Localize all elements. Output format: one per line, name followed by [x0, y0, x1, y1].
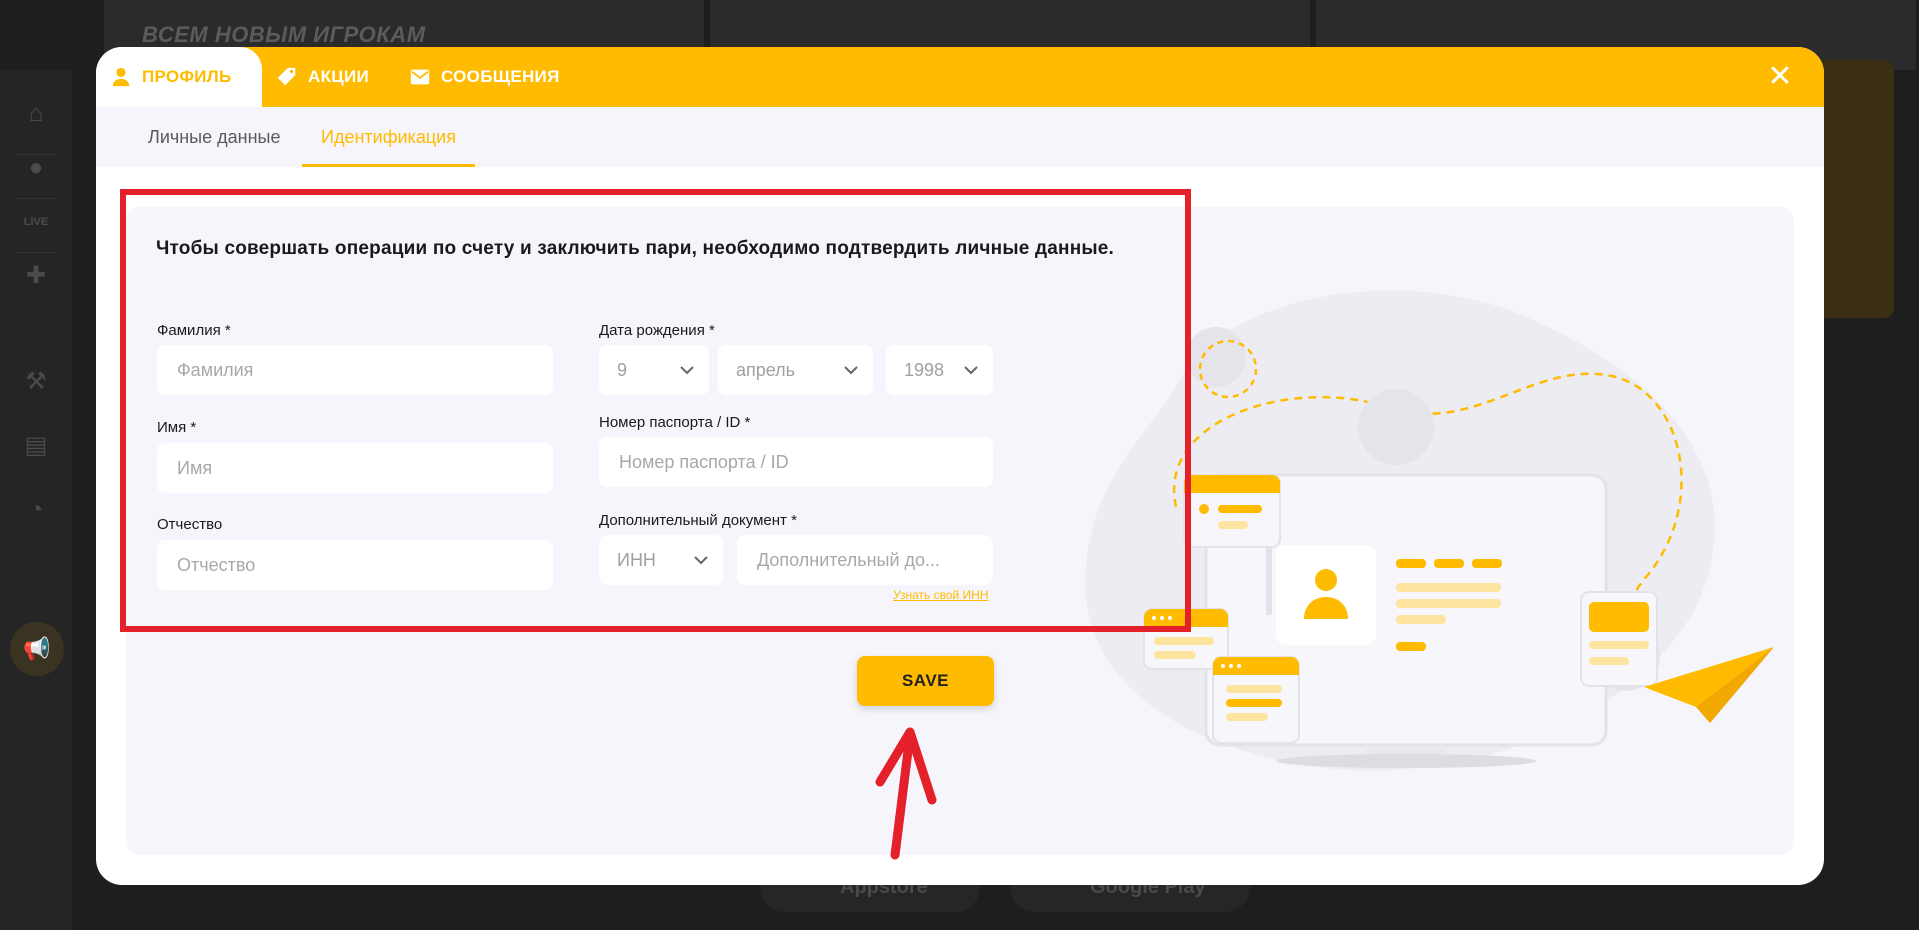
tab-messages[interactable]: СООБЩЕНИЯ: [409, 47, 560, 107]
subtab-personal-data[interactable]: Личные данные: [148, 107, 280, 167]
sidebar-divider: [16, 252, 56, 253]
hammer-icon[interactable]: ⚒: [22, 368, 50, 396]
first-name-label: Имя *: [157, 419, 197, 436]
sidebar-divider: [16, 198, 56, 199]
intro-text: Чтобы совершать операции по счету и закл…: [156, 238, 1115, 259]
user-icon: [112, 67, 130, 87]
tag-icon: [277, 67, 296, 86]
birth-year-select[interactable]: 1998: [886, 345, 993, 395]
birth-year-value: 1998: [904, 360, 945, 380]
surname-input[interactable]: [157, 345, 553, 395]
modal-header: ПРОФИЛЬ АКЦИИ СООБЩЕНИЯ ✕: [96, 47, 1824, 107]
extra-doc-type-value: ИНН: [617, 550, 656, 570]
first-name-input[interactable]: [157, 443, 553, 493]
football-icon[interactable]: ●: [22, 154, 50, 182]
chevron-down-icon: [844, 366, 858, 375]
tab-label: СООБЩЕНИЯ: [441, 67, 560, 86]
gamepad-icon[interactable]: ✚: [22, 262, 50, 290]
profile-modal: ПРОФИЛЬ АКЦИИ СООБЩЕНИЯ ✕ Личные данные …: [96, 47, 1824, 885]
patronymic-input[interactable]: [157, 540, 553, 590]
tab-promotions[interactable]: АКЦИИ: [276, 47, 369, 107]
close-icon[interactable]: ✕: [1766, 62, 1794, 92]
subnav: Личные данные Идентификация: [96, 107, 1824, 167]
megaphone-icon[interactable]: 📢: [10, 622, 64, 676]
passport-label: Номер паспорта / ID *: [599, 414, 751, 431]
tab-profile[interactable]: ПРОФИЛЬ: [96, 47, 262, 107]
passport-input[interactable]: [599, 437, 993, 487]
tab-label: АКЦИИ: [308, 67, 370, 86]
identification-illustration: [1085, 290, 1774, 771]
sidebar: ⌂ ● LIVE ✚ ⚒ ▤ ◔ 📢: [0, 70, 72, 930]
pie-chart-icon[interactable]: ◔: [22, 496, 50, 524]
news-icon[interactable]: ▤: [22, 432, 50, 460]
envelope-icon: [410, 69, 430, 85]
birth-day-value: 9: [617, 360, 628, 380]
extra-doc-label: Дополнительный документ *: [599, 512, 797, 529]
home-icon[interactable]: ⌂: [22, 100, 50, 128]
subtab-identification[interactable]: Идентификация: [302, 107, 475, 167]
birth-month-value: апрель: [736, 360, 796, 380]
find-inn-link[interactable]: Узнать свой ИНН: [893, 588, 988, 602]
extra-doc-input[interactable]: [737, 535, 993, 585]
chevron-down-icon: [694, 556, 708, 565]
birth-month-select[interactable]: апрель: [718, 345, 873, 395]
tab-label: ПРОФИЛЬ: [142, 67, 232, 86]
birth-date-label: Дата рождения *: [599, 322, 715, 339]
live-icon[interactable]: LIVE: [22, 208, 50, 236]
chevron-down-icon: [964, 366, 978, 375]
birth-day-select[interactable]: 9: [599, 345, 709, 395]
chevron-down-icon: [680, 366, 694, 375]
surname-label: Фамилия *: [157, 322, 231, 339]
extra-doc-type-select[interactable]: ИНН: [599, 535, 723, 585]
patronymic-label: Отчество: [157, 516, 223, 533]
promo-banner-text: ВСЕМ НОВЫМ ИГРОКАМ: [142, 22, 426, 47]
save-button[interactable]: SAVE: [857, 656, 994, 706]
